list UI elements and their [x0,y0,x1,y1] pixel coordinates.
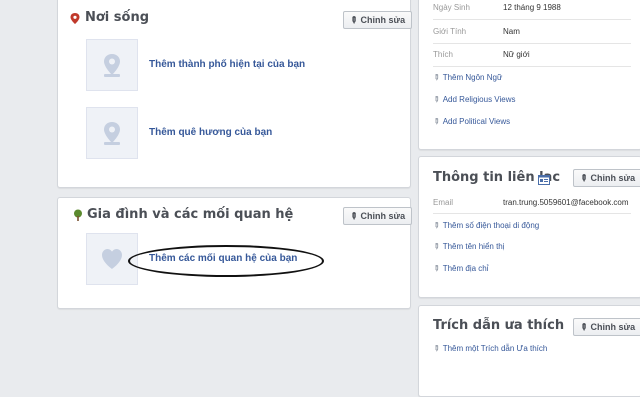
map-pin-icon [104,54,120,77]
add-mobile-phone-link[interactable]: ✎Thêm số điện thoại di động [430,219,540,232]
pencil-icon: ✎ [430,71,442,84]
add-languages-link[interactable]: ✎Thêm Ngôn Ngữ [430,71,503,84]
add-quote-label: Thêm một Trích dẫn Ưa thích [442,344,548,353]
add-screen-name-link[interactable]: ✎Thêm tên hiển thị [430,240,505,253]
current-city-thumb[interactable] [86,39,138,91]
birthday-value: 12 tháng 9 1988 [503,3,561,12]
favorite-quotes-card: Trích dẫn ưa thích ✎Chỉnh sửa ✎Thêm một … [418,305,640,397]
add-political-views-link[interactable]: ✎Add Political Views [430,115,511,128]
add-address-link[interactable]: ✎Thêm địa chỉ [430,262,489,275]
row-divider [433,43,631,44]
edit-label: Chỉnh sửa [360,211,406,221]
add-quote-link[interactable]: ✎Thêm một Trích dẫn Ưa thích [430,342,548,355]
edit-places-button[interactable]: ✎Chỉnh sửa [343,11,413,29]
pencil-icon: ✎ [430,219,442,232]
hometown-thumb[interactable] [86,107,138,159]
edit-family-button[interactable]: ✎Chỉnh sửa [343,207,413,225]
pencil-icon: ✎ [430,342,442,355]
add-screen-name-label: Thêm tên hiển thị [442,242,505,251]
add-political-label: Add Political Views [442,117,511,126]
map-marker-icon [70,12,80,24]
add-languages-label: Thêm Ngôn Ngữ [442,73,503,82]
pencil-icon: ✎ [430,93,442,106]
email-value: tran.trung.5059601@facebook.com [503,198,629,207]
row-divider [433,19,631,20]
add-address-label: Thêm địa chỉ [442,264,489,273]
add-current-city-link[interactable]: Thêm thành phố hiện tại của bạn [149,59,305,70]
row-divider [433,213,631,214]
family-title: Gia đình và các mối quan hệ [87,207,294,222]
add-mobile-label: Thêm số điện thoại di động [442,221,540,230]
edit-label: Chỉnh sửa [360,15,406,25]
edit-contact-button[interactable]: ✎Chỉnh sửa [573,169,640,187]
interested-in-label: Thích [433,50,454,59]
add-hometown-link[interactable]: Thêm quê hương của bạn [149,127,272,138]
pencil-icon: ✎ [430,262,442,275]
family-tree-icon [72,208,84,221]
email-label: Email [433,198,454,207]
contact-info-card: Thông tin liên lạc ✎Chỉnh sửa Email tran… [418,156,640,298]
birthday-label: Ngày Sinh [433,3,470,12]
gender-value: Nam [503,27,520,36]
contact-card-icon [538,172,550,185]
add-religious-label: Add Religious Views [442,95,516,104]
gender-label: Giới Tính [433,27,467,36]
edit-quotes-button[interactable]: ✎Chỉnh sửa [573,318,640,336]
map-pin-icon [104,122,120,145]
add-religious-views-link[interactable]: ✎Add Religious Views [430,93,516,106]
highlight-ellipse [128,245,324,277]
edit-label: Chỉnh sửa [590,173,636,183]
pencil-icon: ✎ [430,115,442,128]
edit-label: Chỉnh sửa [590,322,636,332]
basic-info-card: Ngày Sinh 12 tháng 9 1988 Giới Tính Nam … [418,0,640,150]
pencil-icon: ✎ [430,240,442,253]
row-divider [433,66,631,67]
quotes-title: Trích dẫn ưa thích [433,318,565,333]
places-title: Nơi sống [85,10,150,25]
interested-in-value: Nữ giới [503,50,530,59]
places-lived-card: Nơi sống ✎Chỉnh sửa Thêm thành phố hiện … [57,0,413,188]
